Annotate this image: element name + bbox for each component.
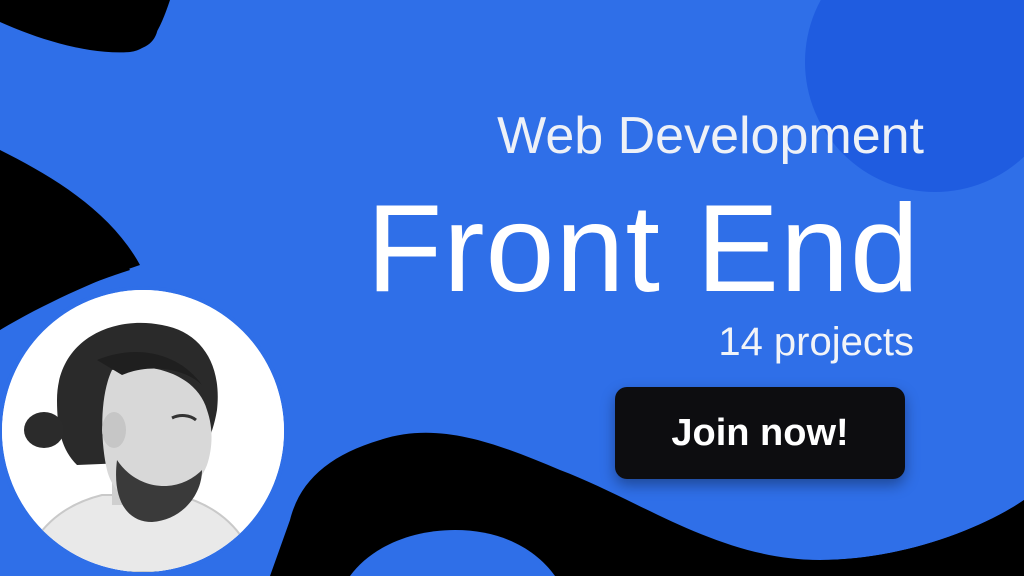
avatar-frame [0, 286, 288, 576]
banner-subtitle: Web Development [497, 107, 924, 165]
banner-title: Front End [366, 180, 920, 318]
avatar [2, 290, 284, 572]
promo-banner: Web Development Front End 14 projects Jo… [0, 0, 1024, 576]
project-count: 14 projects [718, 320, 914, 364]
person-portrait-icon [2, 290, 284, 572]
join-now-button[interactable]: Join now! [615, 387, 905, 479]
